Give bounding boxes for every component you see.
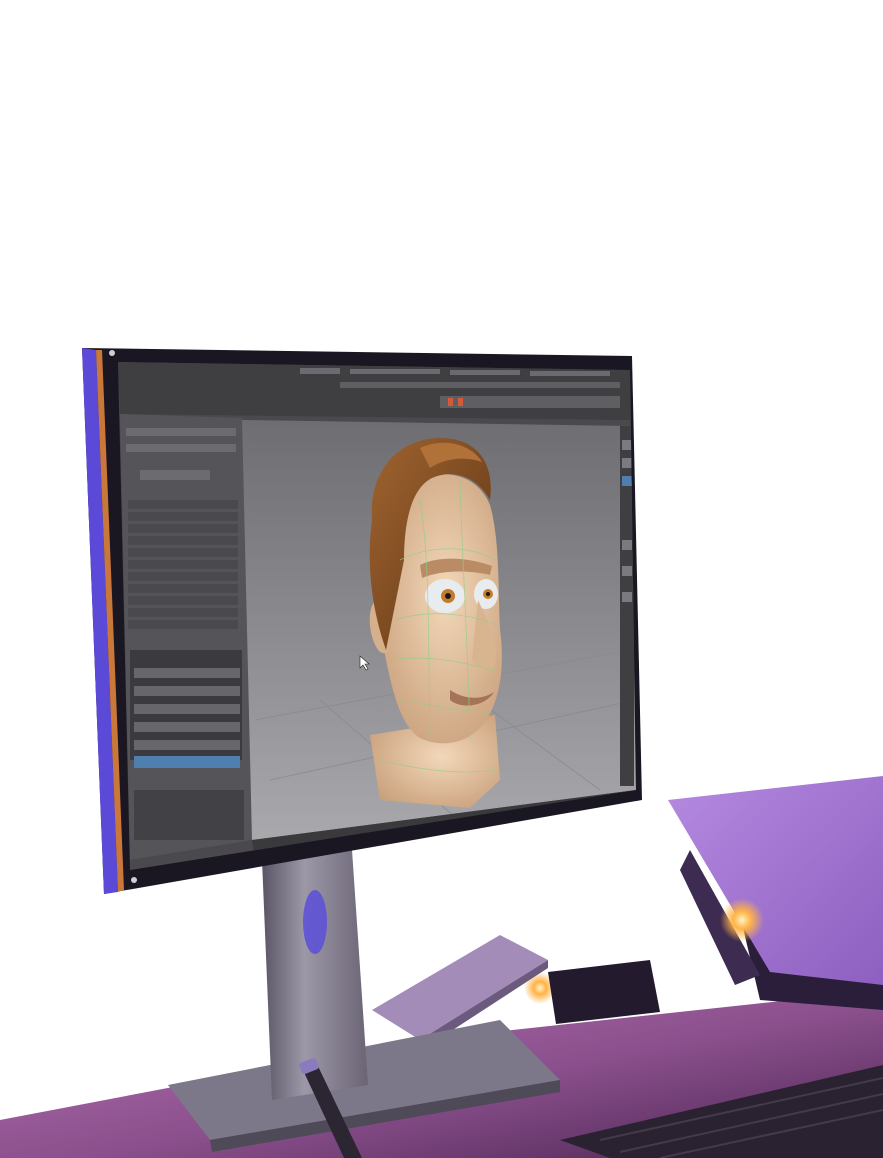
monitor: [82, 348, 642, 894]
laptop: [668, 776, 883, 1010]
character-head-model: [369, 438, 502, 808]
desk-box: [548, 960, 660, 1024]
photo-scene: [0, 348, 883, 1158]
